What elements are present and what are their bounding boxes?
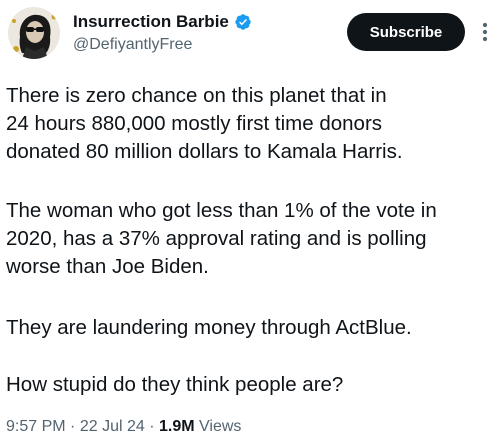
tweet-paragraph-2: The woman who got less than 1% of the vo… bbox=[6, 199, 437, 278]
tweet-time[interactable]: 9:57 PM bbox=[6, 418, 66, 435]
tweet-card: Insurrection Barbie @DefiyantlyFree Subs… bbox=[0, 0, 500, 448]
avatar-image bbox=[8, 7, 60, 59]
author-avatar[interactable] bbox=[8, 7, 60, 59]
meta-separator: · bbox=[70, 418, 76, 435]
views-count[interactable]: 1.9M bbox=[159, 418, 195, 435]
views-label: Views bbox=[199, 418, 242, 435]
tweet-paragraph-1: There is zero chance on this planet that… bbox=[6, 84, 403, 163]
tweet-paragraph-3: They are laundering money through ActBlu… bbox=[6, 316, 412, 339]
tweet-metadata: 9:57 PM · 22 Jul 24 · 1.9M Views bbox=[6, 418, 241, 436]
tweet-date[interactable]: 22 Jul 24 bbox=[80, 418, 145, 435]
tweet-paragraph-4: How stupid do they think people are? bbox=[6, 373, 344, 396]
subscribe-button[interactable]: Subscribe bbox=[347, 13, 465, 51]
more-vertical-icon[interactable] bbox=[476, 20, 494, 44]
verified-badge-icon[interactable] bbox=[234, 13, 252, 31]
author-name-row: Insurrection Barbie bbox=[73, 11, 252, 33]
author-display-name[interactable]: Insurrection Barbie bbox=[73, 12, 229, 32]
author-handle[interactable]: @DefiyantlyFree bbox=[73, 36, 192, 54]
meta-separator: · bbox=[149, 418, 155, 435]
